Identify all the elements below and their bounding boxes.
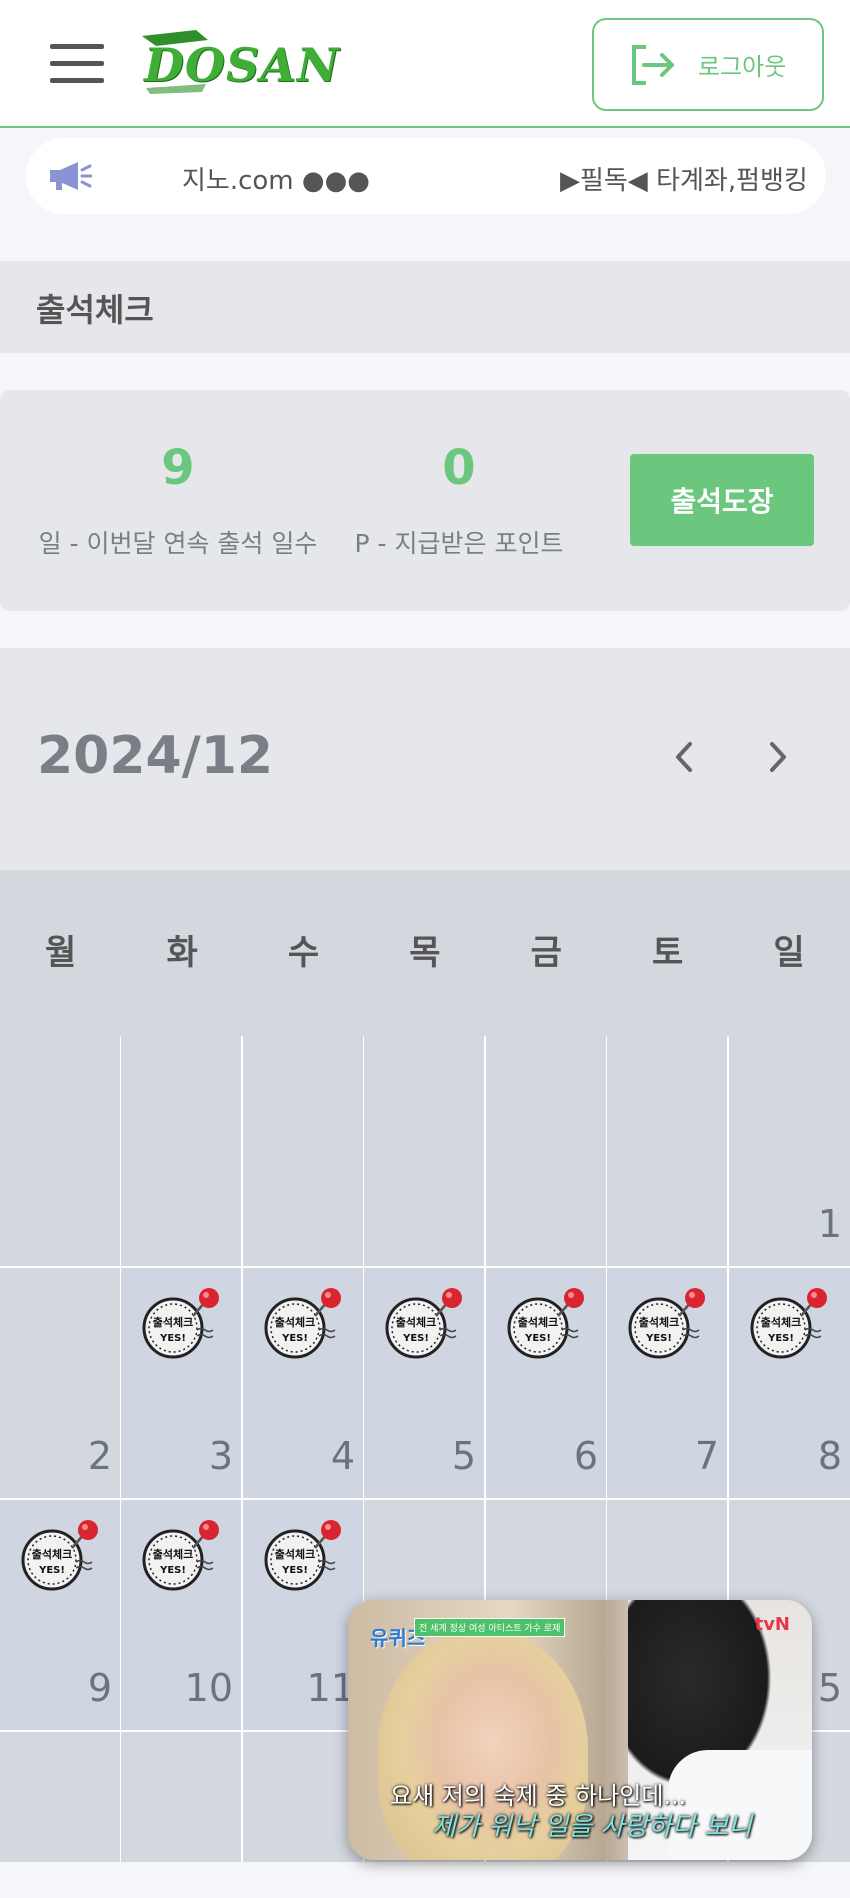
svg-text:출석체크: 출석체크 [275, 1547, 315, 1561]
floating-video-player[interactable]: 유퀴즈 전 세계 정상 여성 아티스트 가수 로제 tvN 요새 저의 숙제 중… [348, 1600, 812, 1860]
calendar-day-4[interactable]: 출석체크 YES! 4 [243, 1268, 363, 1498]
attendance-stamp-button[interactable]: 출석도장 [630, 454, 814, 546]
day-number: 2 [87, 1434, 112, 1478]
calendar-day-7[interactable]: 출석체크 YES! 7 [607, 1268, 727, 1498]
calendar-day-10[interactable]: 출석체크 YES! 10 [121, 1500, 241, 1730]
streak-stat: 9 일 - 이번달 연속 출석 일수 [36, 440, 320, 560]
calendar-cell-empty [0, 1036, 120, 1266]
notice-text-right: ▶필독◀ 타계좌,펌뱅킹 [559, 166, 808, 196]
svg-text:YES!: YES! [524, 1333, 551, 1344]
header: DOSAN 로그아웃 [0, 0, 850, 128]
video-coat [668, 1750, 812, 1860]
weekday-thu: 목 [409, 933, 441, 973]
attendance-stats: 9 일 - 이번달 연속 출석 일수 0 P - 지급받은 포인트 출석도장 [0, 390, 850, 611]
weekday-mon: 월 [45, 933, 77, 973]
points-label: P - 지급받은 포인트 [354, 529, 564, 558]
section-header: 출석체크 [0, 261, 850, 353]
day-number: 3 [208, 1434, 233, 1478]
svg-text:YES!: YES! [402, 1333, 429, 1344]
svg-text:출석체크: 출석체크 [275, 1315, 315, 1329]
attendance-stamp: 출석체크 YES! [261, 1286, 345, 1366]
attendance-stamp: 출석체크 YES! [625, 1286, 709, 1366]
logout-icon [632, 44, 674, 85]
svg-text:출석체크: 출석체크 [518, 1315, 558, 1329]
page-title: 출석체크 [36, 291, 154, 329]
attendance-stamp: 출석체크 YES! [261, 1518, 345, 1598]
day-number: 9 [87, 1666, 112, 1710]
svg-text:출석체크: 출석체크 [153, 1315, 193, 1329]
calendar-cell[interactable] [0, 1732, 120, 1862]
chevron-left-icon[interactable] [668, 736, 702, 778]
weekday-fri: 금 [530, 933, 562, 973]
svg-text:YES!: YES! [38, 1565, 65, 1576]
points-stat: 0 P - 지급받은 포인트 [352, 440, 566, 560]
day-number: 8 [817, 1434, 842, 1478]
calendar-day-3[interactable]: 출석체크 YES! 3 [121, 1268, 241, 1498]
attendance-stamp: 출석체크 YES! [504, 1286, 588, 1366]
weekday-sat: 토 [652, 933, 684, 973]
svg-text:출석체크: 출석체크 [153, 1547, 193, 1561]
svg-text:출석체크: 출석체크 [396, 1315, 436, 1329]
svg-text:출석체크: 출석체크 [639, 1315, 679, 1329]
logo-text: DOSAN [144, 38, 340, 92]
svg-text:출석체크: 출석체크 [761, 1315, 801, 1329]
day-number: 10 [184, 1666, 233, 1710]
calendar-day-6[interactable]: 출석체크 YES! 6 [486, 1268, 606, 1498]
calendar-day-2[interactable]: 2 [0, 1268, 120, 1498]
day-number: 5 [451, 1434, 476, 1478]
points-value: 0 [442, 440, 476, 496]
calendar-cell-empty [243, 1036, 363, 1266]
svg-text:YES!: YES! [767, 1333, 794, 1344]
attendance-stamp: 출석체크 YES! [382, 1286, 466, 1366]
weekday-tue: 화 [166, 933, 198, 973]
calendar-day-8[interactable]: 출석체크 YES! 8 [729, 1268, 850, 1498]
megaphone-icon [50, 162, 92, 190]
calendar-day-11[interactable]: 출석체크 YES! 11 [243, 1500, 363, 1730]
svg-text:YES!: YES! [281, 1333, 308, 1344]
chevron-right-icon[interactable] [760, 736, 794, 778]
channel-logo: tvN [754, 1614, 790, 1635]
calendar-cell-empty [121, 1036, 241, 1266]
notice-ticker[interactable]: 지노.com ●●● ▶필독◀ 타계좌,펌뱅킹 [26, 138, 826, 214]
menu-icon[interactable] [50, 44, 104, 84]
attendance-stamp: 출석체크 YES! [139, 1518, 223, 1598]
weekday-sun: 일 [773, 933, 805, 973]
notice-text-left: 지노.com ●●● [182, 166, 370, 196]
streak-label: 일 - 이번달 연속 출석 일수 [38, 529, 318, 558]
calendar-cell[interactable] [243, 1732, 363, 1862]
logo[interactable]: DOSAN [136, 28, 339, 98]
attendance-stamp: 출석체크 YES! [139, 1286, 223, 1366]
notice-text: 지노.com ●●● ▶필독◀ 타계좌,펌뱅킹 [182, 160, 826, 200]
logout-button[interactable]: 로그아웃 [592, 18, 824, 111]
day-number: 5 [817, 1666, 842, 1710]
month-label: 2024/12 [37, 726, 274, 786]
svg-text:출석체크: 출석체크 [32, 1547, 72, 1561]
day-number: 6 [573, 1434, 598, 1478]
streak-value: 9 [161, 440, 195, 496]
video-subtitle-2: 제가 워낙 일을 사랑하다 보니 [432, 1812, 753, 1842]
show-caption: 전 세계 정상 여성 아티스트 가수 로제 [414, 1618, 566, 1637]
attendance-stamp: 출석체크 YES! [18, 1518, 102, 1598]
day-number: 7 [694, 1434, 719, 1478]
calendar-day-5[interactable]: 출석체크 YES! 5 [364, 1268, 484, 1498]
svg-text:YES!: YES! [159, 1565, 186, 1576]
calendar-header: 2024/12 [0, 648, 850, 870]
calendar-day-9[interactable]: 출석체크 YES! 9 [0, 1500, 120, 1730]
calendar-cell-empty [607, 1036, 727, 1266]
svg-text:YES!: YES! [645, 1333, 672, 1344]
logout-label: 로그아웃 [698, 53, 787, 81]
day-number: 1 [817, 1202, 842, 1246]
attendance-stamp: 출석체크 YES! [747, 1286, 831, 1366]
svg-text:YES!: YES! [159, 1333, 186, 1344]
day-number: 4 [330, 1434, 355, 1478]
svg-text:YES!: YES! [281, 1565, 308, 1576]
calendar-cell-empty [486, 1036, 606, 1266]
calendar-cell[interactable] [121, 1732, 241, 1862]
weekday-row: 월 화 수 목 금 토 일 [0, 870, 850, 1036]
calendar-cell-empty [364, 1036, 484, 1266]
weekday-wed: 수 [287, 933, 320, 973]
calendar-day-1[interactable]: 1 [729, 1036, 850, 1266]
